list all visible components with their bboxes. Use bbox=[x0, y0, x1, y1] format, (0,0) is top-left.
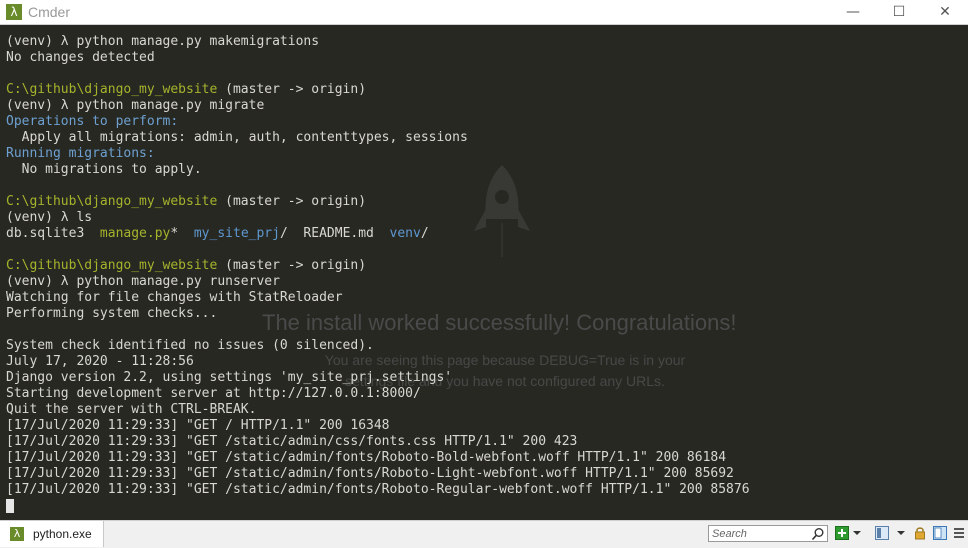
terminal-line: [17/Jul/2020 11:29:33] "GET /static/admi… bbox=[6, 450, 750, 466]
split-panel-icon[interactable] bbox=[875, 526, 889, 540]
search-placeholder: Search bbox=[712, 527, 747, 540]
terminal-line: (venv) λ python manage.py makemigrations bbox=[6, 34, 750, 50]
terminal-line: C:\github\django_my_website (master -> o… bbox=[6, 258, 750, 274]
terminal-text-segment: manage.py bbox=[99, 226, 171, 241]
terminal-text-segment: (venv) λ ls bbox=[6, 210, 93, 225]
menu-icon[interactable] bbox=[952, 526, 966, 540]
tab-label: python.exe bbox=[33, 527, 92, 541]
terminal-text-segment: C:\github\django_my_website bbox=[6, 194, 218, 209]
text-cursor bbox=[6, 499, 14, 513]
terminal-line: db.sqlite3 manage.py* my_site_prj/ READM… bbox=[6, 226, 750, 242]
window-title: Cmder bbox=[28, 4, 71, 20]
terminal-line: [17/Jul/2020 11:29:33] "GET / HTTP/1.1" … bbox=[6, 418, 750, 434]
terminal-line: No migrations to apply. bbox=[6, 162, 750, 178]
terminal-line: C:\github\django_my_website (master -> o… bbox=[6, 82, 750, 98]
terminal-line: System check identified no issues (0 sil… bbox=[6, 338, 750, 354]
terminal-text-segment: (venv) λ python manage.py migrate bbox=[6, 98, 265, 113]
terminal-line: No changes detected bbox=[6, 50, 750, 66]
terminal-text-segment: * bbox=[170, 226, 194, 241]
terminal-text-segment: [17/Jul/2020 11:29:33] "GET / HTTP/1.1" … bbox=[6, 418, 390, 433]
terminal-text-segment: System check identified no issues (0 sil… bbox=[6, 338, 374, 353]
search-icon[interactable] bbox=[811, 527, 825, 541]
panel-layout-icon[interactable] bbox=[933, 526, 947, 540]
terminal-text-segment: admin, auth, contenttypes, sessions bbox=[186, 130, 468, 145]
terminal-text-segment: (venv) λ python manage.py runserver bbox=[6, 274, 280, 289]
terminal-line: Starting development server at http://12… bbox=[6, 386, 750, 402]
terminal-text-segment: July 17, 2020 - 11:28:56 bbox=[6, 354, 194, 369]
terminal-text-segment: Django version 2.2, using settings 'my_s… bbox=[6, 370, 453, 385]
terminal-text-segment: (master -> origin) bbox=[217, 258, 367, 273]
terminal-line: (venv) λ python manage.py runserver bbox=[6, 274, 750, 290]
new-console-icon[interactable] bbox=[835, 526, 849, 540]
cmder-lambda-icon: λ bbox=[10, 527, 24, 541]
terminal-text-segment: No migrations to apply. bbox=[6, 162, 202, 177]
close-icon: ✕ bbox=[939, 4, 951, 20]
terminal-text-segment: Running migrations: bbox=[6, 146, 155, 161]
terminal-line: Quit the server with CTRL-BREAK. bbox=[6, 402, 750, 418]
terminal-line: (venv) λ python manage.py migrate bbox=[6, 98, 750, 114]
terminal-text-segment: (venv) λ python manage.py makemigrations bbox=[6, 34, 320, 49]
terminal-line: [17/Jul/2020 11:29:33] "GET /static/admi… bbox=[6, 482, 750, 498]
terminal-line: Performing system checks... bbox=[6, 306, 750, 322]
terminal-line: Django version 2.2, using settings 'my_s… bbox=[6, 370, 750, 386]
maximize-icon: ☐ bbox=[892, 4, 906, 20]
terminal-line: [17/Jul/2020 11:29:33] "GET /static/admi… bbox=[6, 466, 750, 482]
terminal-text-segment: [17/Jul/2020 11:29:33] "GET /static/admi… bbox=[6, 434, 578, 449]
terminal-line: Operations to perform: bbox=[6, 114, 750, 130]
terminal-text-segment: [17/Jul/2020 11:29:33] "GET /static/admi… bbox=[6, 482, 750, 497]
minimize-button[interactable]: — bbox=[830, 0, 876, 24]
terminal-line: Running migrations: bbox=[6, 146, 750, 162]
terminal-lines: (venv) λ python manage.py makemigrations… bbox=[6, 34, 750, 498]
terminal-text-segment: Performing system checks... bbox=[6, 306, 218, 321]
maximize-button[interactable]: ☐ bbox=[876, 0, 922, 24]
terminal-line: July 17, 2020 - 11:28:56 bbox=[6, 354, 750, 370]
terminal-text-segment: Watching for file changes with StatReloa… bbox=[6, 290, 343, 305]
terminal-text-segment: venv bbox=[389, 226, 421, 241]
terminal-text-segment: C:\github\django_my_website bbox=[6, 258, 218, 273]
title-bar: λ Cmder — ☐ ✕ bbox=[0, 0, 968, 25]
status-bar: λ python.exe Search bbox=[0, 520, 968, 548]
dropdown-icon[interactable] bbox=[852, 526, 862, 540]
terminal-text-segment: Operations to perform: bbox=[6, 114, 179, 129]
close-button[interactable]: ✕ bbox=[922, 0, 968, 24]
terminal-output[interactable]: The install worked successfully! Congrat… bbox=[0, 25, 968, 520]
terminal-text-segment: Starting development server at http://12… bbox=[6, 386, 421, 401]
dropdown-icon[interactable] bbox=[896, 526, 906, 540]
window-controls: — ☐ ✕ bbox=[830, 0, 968, 24]
terminal-line: C:\github\django_my_website (master -> o… bbox=[6, 194, 750, 210]
terminal-line: Apply all migrations: admin, auth, conte… bbox=[6, 130, 750, 146]
terminal-text-segment: [17/Jul/2020 11:29:33] "GET /static/admi… bbox=[6, 466, 734, 481]
terminal-text-segment: (master -> origin) bbox=[217, 82, 367, 97]
minimize-icon: — bbox=[846, 4, 860, 20]
terminal-text-segment: / bbox=[420, 226, 429, 241]
cmder-lambda-icon: λ bbox=[6, 4, 22, 20]
terminal-text-segment: [17/Jul/2020 11:29:33] "GET /static/admi… bbox=[6, 450, 727, 465]
search-input[interactable]: Search bbox=[708, 525, 828, 542]
terminal-text-segment: Apply all migrations: bbox=[6, 130, 187, 145]
terminal-line: (venv) λ ls bbox=[6, 210, 750, 226]
terminal-text-segment: C:\github\django_my_website bbox=[6, 82, 218, 97]
terminal-text-segment: / README.md bbox=[279, 226, 390, 241]
terminal-text-segment: (master -> origin) bbox=[217, 194, 367, 209]
terminal-line: [17/Jul/2020 11:29:33] "GET /static/admi… bbox=[6, 434, 750, 450]
console-tab[interactable]: λ python.exe bbox=[0, 521, 104, 547]
terminal-text-segment: No changes detected bbox=[6, 50, 155, 65]
lock-icon[interactable] bbox=[913, 526, 927, 540]
terminal-text-segment: Quit the server with CTRL-BREAK. bbox=[6, 402, 257, 417]
terminal-text-segment: db.sqlite3 bbox=[6, 226, 100, 241]
terminal-text-segment: my_site_prj bbox=[193, 226, 280, 241]
terminal-line: Watching for file changes with StatReloa… bbox=[6, 290, 750, 306]
